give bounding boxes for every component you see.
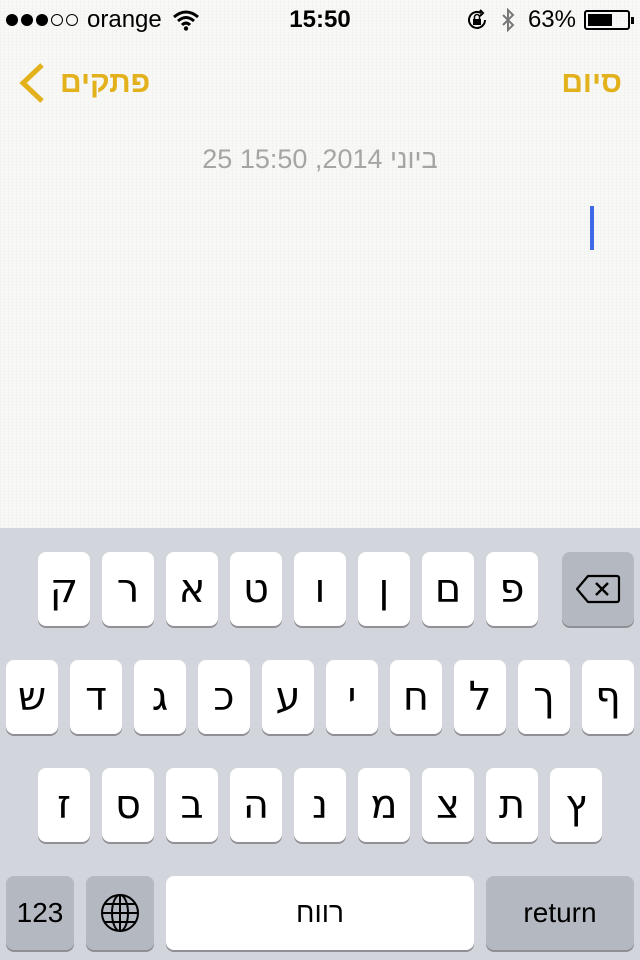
key[interactable]: ל — [454, 660, 506, 734]
key[interactable]: ה — [230, 768, 282, 842]
battery-percent: 63% — [527, 6, 576, 33]
return-key[interactable]: return — [486, 876, 634, 950]
key[interactable]: ק — [38, 552, 90, 626]
key[interactable]: ת — [486, 768, 538, 842]
key[interactable]: ם — [422, 552, 474, 626]
key[interactable]: י — [326, 660, 378, 734]
key[interactable]: מ — [358, 768, 410, 842]
done-button[interactable]: סיום — [561, 66, 622, 100]
key[interactable]: ץ — [550, 768, 602, 842]
battery-nub — [631, 17, 634, 24]
key[interactable]: ף — [582, 660, 634, 734]
note-date: 25 ביוני 2014, 15:50 — [202, 144, 438, 174]
back-button[interactable]: פתקים — [18, 62, 150, 104]
key[interactable]: א — [166, 552, 218, 626]
backspace-icon — [575, 574, 621, 604]
chevron-left-icon — [19, 63, 44, 103]
key[interactable]: ט — [230, 552, 282, 626]
key[interactable]: ך — [518, 660, 570, 734]
numbers-key[interactable]: 123 — [6, 876, 74, 950]
battery-fill — [588, 14, 612, 26]
status-right: 63% — [466, 6, 634, 34]
key[interactable]: צ — [422, 768, 474, 842]
globe-key[interactable] — [86, 876, 154, 950]
key[interactable]: ד — [70, 660, 122, 734]
keyboard: ק ר א ט ו ן ם פ ש ד ג כ ע י ח ל ך ף ז ס … — [0, 528, 640, 960]
key[interactable]: ש — [6, 660, 58, 734]
key[interactable]: ן — [358, 552, 410, 626]
key[interactable]: כ — [198, 660, 250, 734]
key[interactable]: ב — [166, 768, 218, 842]
space-key[interactable]: רווח — [166, 876, 474, 950]
key[interactable]: ח — [390, 660, 442, 734]
back-button-label: פתקים — [60, 66, 151, 99]
backspace-key[interactable] — [562, 552, 634, 626]
key[interactable]: ס — [102, 768, 154, 842]
key[interactable]: ז — [38, 768, 90, 842]
key[interactable]: ג — [134, 660, 186, 734]
key[interactable]: ר — [102, 552, 154, 626]
text-cursor — [590, 206, 594, 250]
status-bar: orange 15:50 63% — [0, 0, 640, 40]
key[interactable]: ו — [294, 552, 346, 626]
navigation-bar: פתקים סיום — [0, 40, 640, 128]
key[interactable]: ע — [262, 660, 314, 734]
key[interactable]: פ — [486, 552, 538, 626]
key[interactable]: נ — [294, 768, 346, 842]
battery-icon — [584, 10, 634, 30]
bluetooth-icon — [502, 8, 515, 32]
rotation-lock-icon — [467, 9, 486, 29]
globe-icon — [101, 894, 139, 932]
